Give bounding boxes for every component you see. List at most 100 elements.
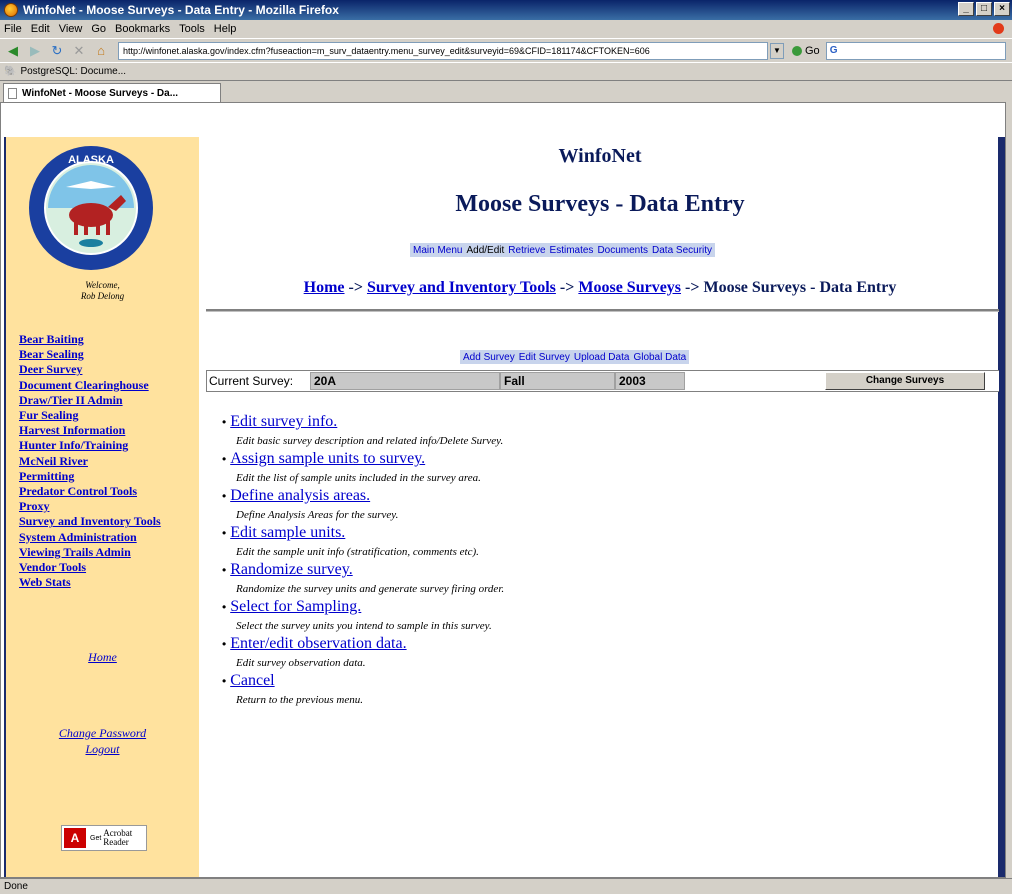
menu-bar: File Edit View Go Bookmarks Tools Help <box>0 20 1012 38</box>
breadcrumb-sep: -> <box>685 279 700 296</box>
tab-winfonet[interactable]: WinfoNet - Moose Surveys - Da... <box>3 83 221 102</box>
subnav-edit-survey[interactable]: Edit Survey <box>519 352 570 363</box>
sidebar-link-document-clearinghouse[interactable]: Document Clearinghouse <box>19 378 161 393</box>
minimize-button[interactable]: _ <box>958 2 974 16</box>
select-for-sampling-link[interactable]: Select for Sampling. <box>230 598 361 615</box>
sidebar-link-permitting[interactable]: Permitting <box>19 469 161 484</box>
sidebar-link-mcneil-river[interactable]: McNeil River <box>19 454 161 469</box>
go-button[interactable]: Go <box>792 45 820 57</box>
menu-tools[interactable]: Tools <box>179 23 205 35</box>
nav-data-security[interactable]: Data Security <box>652 245 712 256</box>
bookmark-postgresql[interactable]: PostgreSQL: Docume... <box>20 66 126 77</box>
close-button[interactable]: × <box>994 2 1010 16</box>
action-description: Select the survey units you intend to sa… <box>236 620 492 632</box>
main-content: WinfoNet Moose Surveys - Data Entry Main… <box>202 137 1000 877</box>
subnav-add-survey[interactable]: Add Survey <box>463 352 515 363</box>
page-icon <box>8 87 17 99</box>
tab-bar: WinfoNet - Moose Surveys - Da... <box>0 80 1012 102</box>
action-description: Randomize the survey units and generate … <box>236 583 505 595</box>
sidebar-link-harvest-information[interactable]: Harvest Information <box>19 423 161 438</box>
logout-link[interactable]: Logout <box>6 741 199 757</box>
change-surveys-button[interactable]: Change Surveys <box>825 372 985 390</box>
sidebar-link-bear-baiting[interactable]: Bear Baiting <box>19 332 161 347</box>
adfg-logo: ALASKA <box>29 146 153 270</box>
welcome-label: Welcome, <box>85 280 120 290</box>
action-description: Return to the previous menu. <box>236 694 363 706</box>
breadcrumb-home[interactable]: Home <box>304 279 345 296</box>
edit-survey-info-link[interactable]: Edit survey info. <box>230 413 337 430</box>
stop-icon[interactable]: ✕ <box>70 42 88 60</box>
sidebar-link-fur-sealing[interactable]: Fur Sealing <box>19 408 161 423</box>
sidebar-link-hunter-info[interactable]: Hunter Info/Training <box>19 438 161 453</box>
nav-estimates[interactable]: Estimates <box>550 245 594 256</box>
assign-sample-units-link[interactable]: Assign sample units to survey. <box>230 450 425 467</box>
sidebar-link-vendor-tools[interactable]: Vendor Tools <box>19 560 161 575</box>
menu-bookmarks[interactable]: Bookmarks <box>115 23 170 35</box>
sidebar-link-survey-inventory[interactable]: Survey and Inventory Tools <box>19 514 161 529</box>
url-input[interactable]: http://winfonet.alaska.gov/index.cfm?fus… <box>118 41 768 60</box>
sidebar-link-deer-survey[interactable]: Deer Survey <box>19 362 161 377</box>
enter-observation-data-link[interactable]: Enter/edit observation data. <box>230 635 406 652</box>
sidebar-link-web-stats[interactable]: Web Stats <box>19 575 161 590</box>
breadcrumb-current: Moose Surveys - Data Entry <box>703 279 897 296</box>
divider <box>206 309 1000 312</box>
home-icon[interactable]: ⌂ <box>92 42 110 60</box>
top-nav: Main Menu Add/Edit Retrieve Estimates Do… <box>410 243 716 257</box>
page-edge <box>999 137 1005 877</box>
current-survey-label: Current Survey: <box>209 374 294 388</box>
welcome-user: Rob Delong <box>80 291 125 301</box>
current-survey-bar: Current Survey: 20A Fall 2003 Change Sur… <box>206 370 1000 392</box>
get-acrobat-button[interactable]: A Get Acrobat Reader <box>61 825 147 851</box>
sidebar-link-draw-tier-admin[interactable]: Draw/Tier II Admin <box>19 393 161 408</box>
sidebar-link-predator-control[interactable]: Predator Control Tools <box>19 484 161 499</box>
acrobat-text-2: Reader <box>103 837 129 847</box>
breadcrumb-moose-surveys[interactable]: Moose Surveys <box>578 279 681 296</box>
randomize-survey-link[interactable]: Randomize survey. <box>230 561 352 578</box>
menu-help[interactable]: Help <box>214 23 237 35</box>
menu-go[interactable]: Go <box>91 23 106 35</box>
forward-icon[interactable]: ▶ <box>26 42 44 60</box>
sidebar-link-system-admin[interactable]: System Administration <box>19 530 161 545</box>
sidebar-link-proxy[interactable]: Proxy <box>19 499 161 514</box>
list-item: • Edit sample units. Edit the sample unit… <box>222 524 982 559</box>
list-item: • Assign sample units to survey. Edit the… <box>222 450 982 485</box>
search-input[interactable]: G <box>825 41 1006 60</box>
list-item: • Cancel Return to the previous menu. <box>222 672 982 707</box>
list-item: • Randomize survey. Randomize the survey … <box>222 561 982 596</box>
sidebar-home-link[interactable]: Home <box>6 650 199 665</box>
subnav-upload-data[interactable]: Upload Data <box>574 352 630 363</box>
nav-add-edit[interactable]: Add/Edit <box>466 245 504 256</box>
menu-view[interactable]: View <box>59 23 83 35</box>
acrobat-get-text: Get <box>90 834 102 842</box>
throbber-icon <box>993 23 1004 34</box>
nav-documents[interactable]: Documents <box>597 245 648 256</box>
change-password-link[interactable]: Change Password <box>6 725 199 741</box>
window-title: WinfoNet - Moose Surveys - Data Entry - … <box>23 3 339 17</box>
menu-edit[interactable]: Edit <box>31 23 50 35</box>
firefox-icon <box>4 3 18 17</box>
sidebar-link-viewing-trails[interactable]: Viewing Trails Admin <box>19 545 161 560</box>
navigation-toolbar: ◀ ▶ ↻ ✕ ⌂ http://winfonet.alaska.gov/ind… <box>0 38 1012 62</box>
action-description: Edit basic survey description and relate… <box>236 435 504 447</box>
page-title: Moose Surveys - Data Entry <box>455 191 745 217</box>
page-content: ALASKA Welcome, Rob Delong Bear Baiting … <box>0 102 1006 878</box>
subnav-global-data[interactable]: Global Data <box>633 352 686 363</box>
nav-retrieve[interactable]: Retrieve <box>508 245 545 256</box>
back-icon[interactable]: ◀ <box>4 42 22 60</box>
define-analysis-areas-link[interactable]: Define analysis areas. <box>230 487 370 504</box>
menu-file[interactable]: File <box>4 23 22 35</box>
edit-sample-units-link[interactable]: Edit sample units. <box>230 524 345 541</box>
tab-label: WinfoNet - Moose Surveys - Da... <box>22 87 179 99</box>
breadcrumb-sep: -> <box>559 279 575 296</box>
url-dropdown-icon[interactable]: ▼ <box>770 42 784 59</box>
breadcrumb-survey-tools[interactable]: Survey and Inventory Tools <box>367 279 556 296</box>
survey-year-field: 2003 <box>615 372 685 390</box>
sidebar-link-bear-sealing[interactable]: Bear Sealing <box>19 347 161 362</box>
reload-icon[interactable]: ↻ <box>48 42 66 60</box>
list-item: • Select for Sampling. Select the survey … <box>222 598 982 633</box>
sidebar-nav: Bear Baiting Bear Sealing Deer Survey Do… <box>19 332 161 590</box>
bookmarks-toolbar: 🐘 PostgreSQL: Docume... <box>0 62 1012 80</box>
nav-main-menu[interactable]: Main Menu <box>413 245 462 256</box>
cancel-link[interactable]: Cancel <box>230 672 274 689</box>
maximize-button[interactable]: □ <box>976 2 992 16</box>
